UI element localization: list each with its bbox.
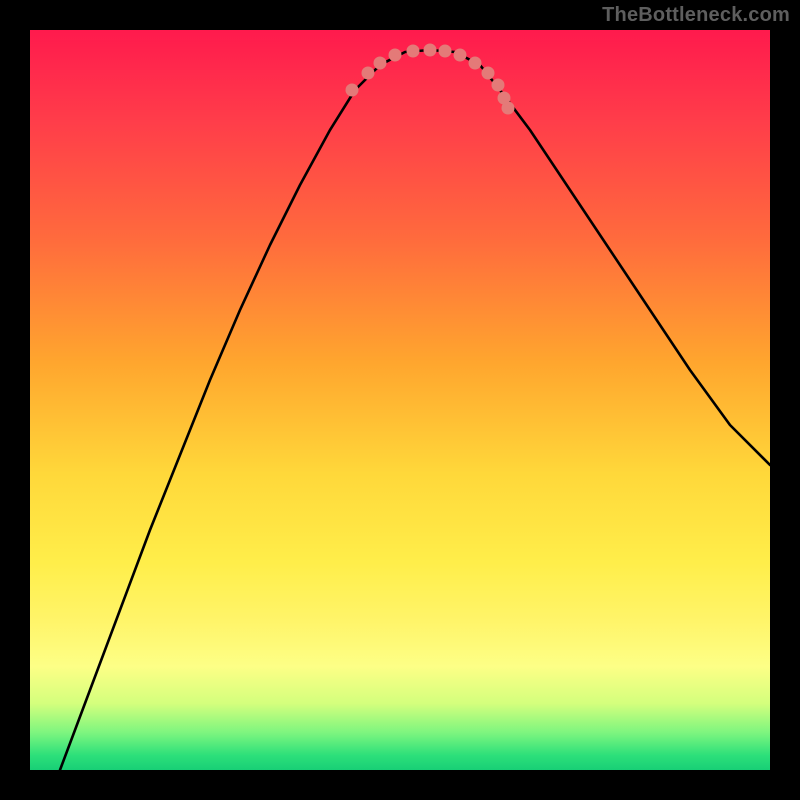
highlight-dot	[346, 84, 359, 97]
watermark-text: TheBottleneck.com	[602, 4, 790, 27]
highlight-dot	[424, 44, 437, 57]
curve-layer	[30, 30, 770, 770]
plot-area	[30, 30, 770, 770]
highlight-dot	[407, 45, 420, 58]
highlight-dot	[374, 57, 387, 70]
highlight-dot	[362, 67, 375, 80]
highlight-dot	[492, 79, 505, 92]
highlight-dot	[469, 57, 482, 70]
highlight-dot	[454, 49, 467, 62]
highlight-dot	[439, 45, 452, 58]
bottleneck-curve	[60, 50, 770, 770]
chart-frame: TheBottleneck.com	[0, 0, 800, 800]
highlight-dot	[502, 102, 515, 115]
highlight-dots	[346, 44, 515, 115]
highlight-dot	[482, 67, 495, 80]
highlight-dot	[389, 49, 402, 62]
